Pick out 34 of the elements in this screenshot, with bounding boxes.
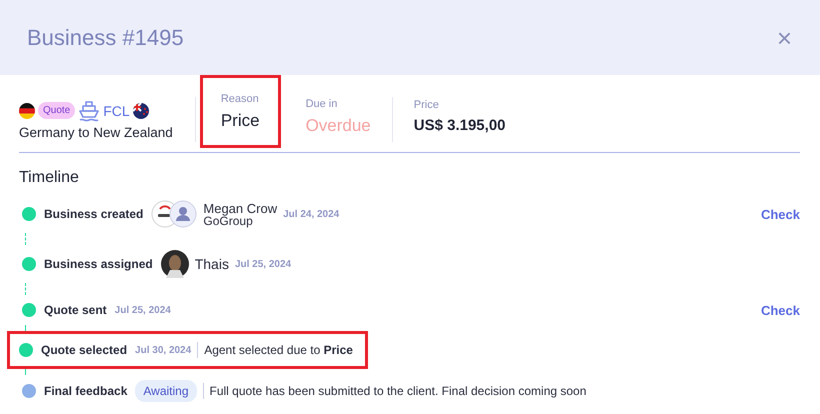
flag-icon xyxy=(19,102,35,118)
event-label: Quote sent xyxy=(44,303,107,317)
ship-icon xyxy=(78,100,100,122)
flag-icon xyxy=(132,102,149,118)
event-date: Jul 24, 2024 xyxy=(283,208,340,220)
event-date: Jul 25, 2024 xyxy=(234,258,292,270)
event-date: Jul 30, 2024 xyxy=(135,344,192,356)
avatar-icon xyxy=(160,250,189,278)
event-label: Quote selected xyxy=(41,343,128,357)
window-title: Business #1495 xyxy=(27,24,184,50)
check-link[interactable]: Check xyxy=(760,206,800,222)
close-button[interactable]: × xyxy=(774,24,794,50)
event-note: Full quote has been submitted to the client. Final decision coming soon xyxy=(210,384,586,398)
stat-value: US$ 3.195,00 xyxy=(414,117,506,134)
stat-value: Overdue xyxy=(306,116,371,136)
route-text: Germany to New Zealand xyxy=(19,124,173,140)
stat-label: Due in xyxy=(306,98,338,110)
event-label: Business assigned xyxy=(44,257,153,271)
event-note: Agent selected due to Price xyxy=(204,343,353,357)
event-label: Final feedback xyxy=(44,384,128,398)
status-badge: Awaiting xyxy=(135,380,197,402)
person-name: Megan Crow xyxy=(203,202,278,214)
company-name: GoGroup xyxy=(203,214,254,226)
quote-badge: Quote xyxy=(38,102,76,119)
section-title: Timeline xyxy=(19,169,80,187)
stat-label: Reason xyxy=(220,92,260,104)
event-label: Business created xyxy=(44,207,144,221)
event-date: Jul 25, 2024 xyxy=(114,304,171,316)
stat-label: Price xyxy=(414,99,440,111)
mode-label: FCL xyxy=(103,102,130,118)
user-icon xyxy=(169,200,198,228)
check-link[interactable]: Check xyxy=(760,302,800,318)
stat-value: Price xyxy=(220,110,260,130)
person-name: Thais xyxy=(194,256,229,272)
